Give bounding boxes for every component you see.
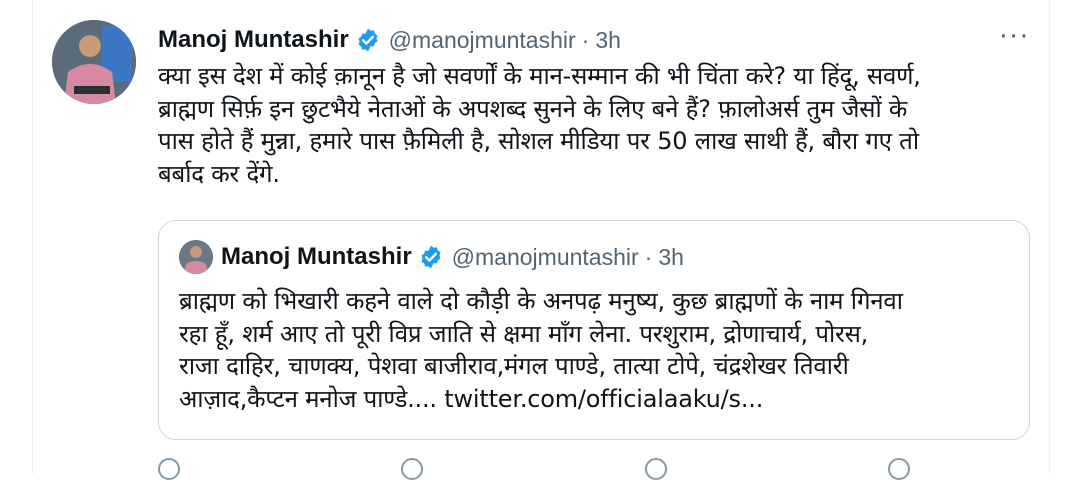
quoted-avatar (179, 240, 213, 274)
quoted-timestamp: 3h (658, 243, 684, 270)
author-handle[interactable]: @manojmuntashir (389, 27, 576, 54)
avatar[interactable] (52, 20, 136, 104)
quoted-author-handle: @manojmuntashir (451, 243, 639, 270)
quoted-author-name: Manoj Muntashir (221, 243, 412, 270)
tweet-text: क्या इस देश में कोई क़ानून है जो सवर्णों… (158, 62, 921, 188)
like-icon[interactable] (644, 458, 667, 480)
quoted-tweet[interactable]: Manoj Muntashir @manojmuntashir · 3h ब्र… (158, 220, 1030, 440)
tweet-timestamp[interactable]: 3h (595, 27, 621, 54)
more-icon[interactable]: ··· (999, 24, 1030, 50)
avatar-photo (52, 20, 136, 104)
author-name[interactable]: Manoj Muntashir (158, 26, 349, 54)
header-separator: · (581, 26, 590, 53)
share-icon[interactable] (887, 458, 910, 480)
verified-badge-icon (355, 27, 381, 53)
verified-badge-icon (418, 244, 444, 270)
quoted-header-separator: · (644, 243, 653, 270)
tweet-actions (158, 458, 1030, 480)
tweet-header: Manoj Muntashir @manojmuntashir · 3h (158, 22, 621, 58)
quoted-tweet-text: ब्राह्मण को भिखारी कहने वाले दो कौड़ी के… (179, 287, 903, 413)
retweet-icon[interactable] (401, 458, 424, 480)
quoted-tweet-header: Manoj Muntashir @manojmuntashir · 3h (179, 239, 684, 275)
reply-icon[interactable] (158, 458, 180, 480)
